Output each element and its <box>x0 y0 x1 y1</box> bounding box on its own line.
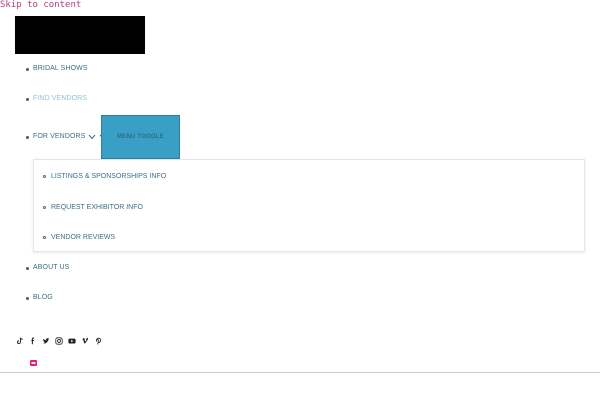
nav-item-label: FOR VENDORS <box>33 133 86 140</box>
bullet <box>26 296 29 300</box>
facebook-icon[interactable] <box>28 336 37 346</box>
tiktok-icon[interactable] <box>15 336 24 346</box>
chevron-down-icon[interactable] <box>88 133 96 142</box>
submenu-item-label: LISTINGS & SPONSORSHIPS INFO <box>51 172 167 180</box>
nav-item-label: ABOUT US <box>33 264 70 271</box>
bullet <box>26 135 29 139</box>
submenu-item-label: REQUEST EXHIBITOR INFO <box>51 203 143 211</box>
badge-glyph-icon <box>31 362 36 364</box>
nav-item-blog[interactable]: BLOG <box>26 291 53 305</box>
site-logo[interactable] <box>15 16 145 54</box>
submenu-item-request-exhibitor-info[interactable]: REQUEST EXHIBITOR INFO <box>43 200 143 214</box>
nav-item-bridal-shows[interactable]: BRIDAL SHOWS <box>26 62 88 76</box>
nav-item-about-us[interactable]: ABOUT US <box>26 261 69 275</box>
bullet <box>43 174 46 178</box>
twitter-icon[interactable] <box>41 336 50 346</box>
instagram-icon[interactable] <box>54 336 63 346</box>
bullet <box>26 97 29 101</box>
for-vendors-submenu: LISTINGS & SPONSORSHIPS INFO REQUEST EXH… <box>33 159 585 252</box>
submenu-item-label: VENDOR REVIEWS <box>51 233 116 241</box>
divider <box>0 372 600 373</box>
bullet <box>26 266 29 270</box>
nav-item-label: FIND VENDORS <box>33 95 88 102</box>
submenu-item-vendor-reviews[interactable]: VENDOR REVIEWS <box>43 230 115 244</box>
skip-to-content-link[interactable]: Skip to content <box>0 0 81 11</box>
bullet <box>43 205 46 209</box>
nav-item-for-vendors[interactable]: FOR VENDORS <box>26 130 107 144</box>
submenu-item-listings-sponsorships[interactable]: LISTINGS & SPONSORSHIPS INFO <box>43 169 166 183</box>
menu-toggle-button[interactable]: MENU TOGGLE <box>101 115 180 159</box>
nav-item-label: BRIDAL SHOWS <box>33 65 88 72</box>
social-links <box>15 335 106 347</box>
youtube-icon[interactable] <box>67 336 76 346</box>
nav-item-label: BLOG <box>33 294 53 301</box>
pinterest-icon[interactable] <box>93 336 102 346</box>
bullet <box>43 235 46 239</box>
bullet <box>26 67 29 71</box>
nav-item-find-vendors[interactable]: FIND VENDORS <box>26 92 87 106</box>
vimeo-icon[interactable] <box>80 336 89 346</box>
